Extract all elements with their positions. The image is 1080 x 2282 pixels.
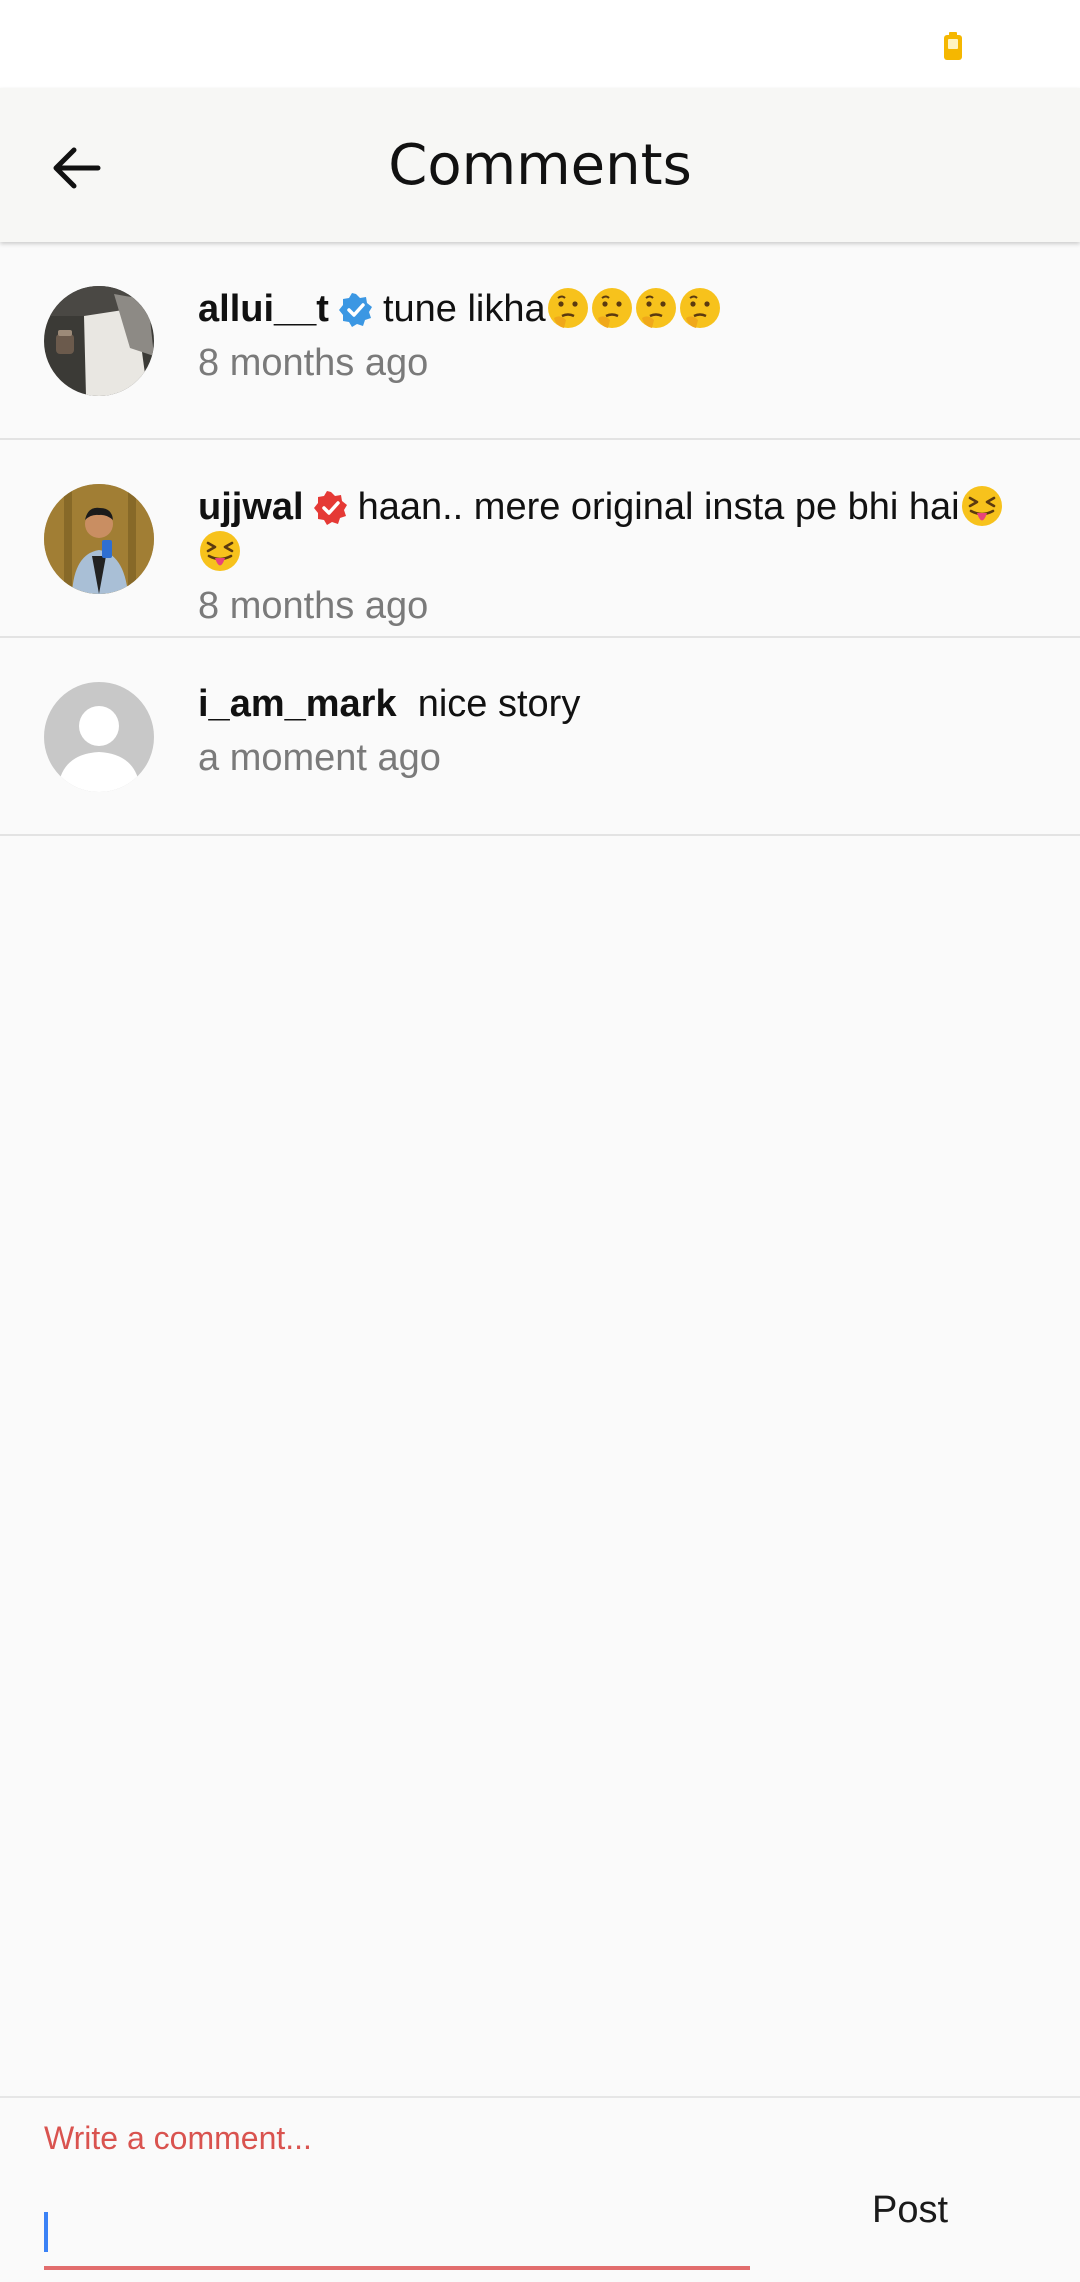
comment-text-line: allui__t tune likha	[198, 286, 1028, 331]
avatar[interactable]	[44, 484, 154, 594]
thinking-face-icon	[591, 288, 632, 328]
thinking-face-icon	[547, 288, 588, 328]
comment-text: tune likha	[382, 288, 546, 330]
status-bar	[0, 0, 1080, 88]
arrow-left-icon	[53, 147, 101, 189]
app-bar: Comments	[0, 88, 1080, 242]
comment-timestamp: 8 months ago	[198, 342, 429, 384]
thinking-face-icon	[635, 288, 676, 328]
comment-input-placeholder: Write a comment...	[44, 2120, 312, 2156]
comment-text-line: ujjwal haan.. mere original insta pe bhi…	[198, 484, 1028, 574]
comment-item[interactable]: ujjwal haan.. mere original insta pe bhi…	[0, 440, 1080, 638]
verified-badge-icon	[338, 293, 372, 327]
comment-username[interactable]: i_am_mark	[198, 683, 397, 725]
thinking-face-icon	[679, 288, 720, 328]
input-underline	[44, 2266, 750, 2270]
comment-item[interactable]: i_am_mark nice story a moment ago	[0, 638, 1080, 836]
comment-list: allui__t tune likha 8 months ago ujjwal …	[0, 242, 1080, 836]
avatar-photo-icon	[44, 286, 154, 396]
comment-body: i_am_mark nice story a moment ago	[198, 682, 1028, 780]
comment-body: allui__t tune likha 8 months ago	[198, 286, 1028, 385]
comment-text: nice story	[417, 683, 581, 725]
comment-username[interactable]: allui__t	[198, 288, 329, 330]
comment-timestamp: a moment ago	[198, 737, 441, 779]
comment-input-bar: Write a comment... Post	[0, 2096, 1080, 2282]
avatar[interactable]	[44, 286, 154, 396]
page-title: Comments	[388, 132, 692, 198]
comment-body: ujjwal haan.. mere original insta pe bhi…	[198, 484, 1028, 628]
comment-timestamp: 8 months ago	[198, 585, 429, 627]
post-button[interactable]: Post	[830, 2174, 990, 2246]
comment-username[interactable]: ujjwal	[198, 486, 304, 528]
text-caret	[44, 2212, 48, 2252]
verified-badge-icon	[313, 491, 347, 525]
avatar[interactable]	[44, 682, 154, 792]
comment-text-line: i_am_mark nice story	[198, 682, 1028, 726]
comment-text: haan.. mere original insta pe bhi hai	[357, 486, 960, 528]
default-avatar-icon	[44, 682, 154, 792]
back-button[interactable]	[28, 120, 124, 216]
emoji-group	[546, 288, 722, 330]
comment-input[interactable]: Write a comment...	[44, 2120, 750, 2270]
comment-item[interactable]: allui__t tune likha 8 months ago	[0, 242, 1080, 440]
battery-icon	[944, 32, 962, 60]
avatar-photo-icon	[44, 484, 154, 594]
squinting-tongue-face-icon	[200, 531, 240, 571]
squinting-tongue-face-icon	[961, 486, 1002, 526]
